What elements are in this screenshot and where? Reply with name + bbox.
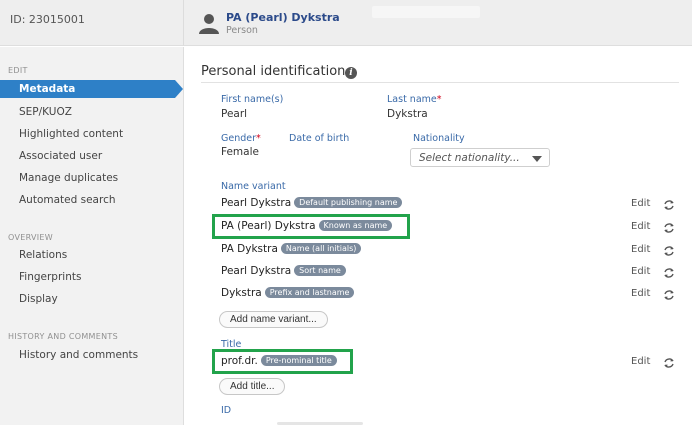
record-id: ID: 23015001 [10, 13, 85, 26]
nationality-select[interactable]: Select nationality... [410, 148, 550, 167]
name-variant-text: Pearl Dykstra [221, 197, 292, 209]
header: ID: 23015001 PA (Pearl) Dykstra Person [0, 0, 692, 46]
name-variant-row: PA (Pearl) Dykstra Known as name [221, 220, 393, 232]
edit-button[interactable]: Edit [631, 288, 650, 299]
first-name-label: First name(s) [221, 94, 284, 105]
title-row: prof.dr. Pre-nominal title [221, 355, 337, 367]
sidebar-item-highlighted-content[interactable]: Highlighted content [19, 128, 123, 140]
refresh-icon[interactable] [663, 267, 675, 279]
nationality-label: Nationality [413, 133, 465, 144]
name-variant-row: Dykstra Prefix and lastname [221, 287, 355, 299]
person-name[interactable]: PA (Pearl) Dykstra [226, 11, 340, 24]
nationality-placeholder: Select nationality... [419, 152, 520, 164]
title-type-tag: Pre-nominal title [260, 355, 337, 366]
name-type-tag: Sort name [294, 265, 346, 276]
sidebar-section-overview: OVERVIEW [8, 233, 54, 242]
name-variant-row: Pearl Dykstra Default publishing name [221, 197, 403, 209]
edit-button[interactable]: Edit [631, 198, 650, 209]
name-variant-row: Pearl Dykstra Sort name [221, 265, 346, 277]
refresh-icon[interactable] [663, 357, 675, 369]
edit-button[interactable]: Edit [631, 356, 650, 367]
sidebar-item-relations[interactable]: Relations [19, 249, 67, 261]
name-variant-label: Name variant [221, 181, 286, 192]
sidebar-item-sep-kuoz[interactable]: SEP/KUOZ [19, 106, 72, 118]
section-title: Personal identification [201, 64, 346, 79]
sidebar-item-fingerprints[interactable]: Fingerprints [19, 271, 81, 283]
sidebar-section-edit: EDIT [8, 66, 28, 75]
name-variant-text: Pearl Dykstra [221, 265, 292, 277]
last-name-value: Dykstra [387, 108, 428, 120]
header-divider [183, 0, 184, 46]
name-type-tag: Prefix and lastname [264, 287, 355, 298]
refresh-icon[interactable] [663, 289, 675, 301]
last-name-label: Last name* [387, 94, 442, 105]
required-marker: * [436, 94, 442, 105]
gender-label: Gender* [221, 133, 261, 144]
required-marker: * [256, 133, 261, 144]
person-icon [199, 14, 219, 34]
chevron-down-icon [532, 156, 542, 162]
header-placeholder [372, 6, 480, 18]
refresh-icon[interactable] [663, 222, 675, 234]
sidebar-item-automated-search[interactable]: Automated search [19, 194, 116, 206]
active-indicator [175, 80, 183, 98]
person-type: Person [226, 25, 258, 36]
sidebar: EDIT Metadata SEP/KUOZ Highlighted conte… [0, 47, 183, 425]
sidebar-item-metadata-label[interactable]: Metadata [19, 83, 75, 95]
refresh-icon[interactable] [663, 199, 675, 211]
sidebar-section-history: HISTORY AND COMMENTS [8, 332, 118, 341]
section-divider [201, 82, 679, 83]
name-type-tag: Default publishing name [294, 197, 403, 208]
sidebar-item-history-and-comments[interactable]: History and comments [19, 349, 138, 361]
edit-button[interactable]: Edit [631, 244, 650, 255]
id-field-label: ID [221, 405, 232, 416]
name-variant-text: Dykstra [221, 287, 262, 299]
sidebar-border [183, 47, 184, 425]
sidebar-item-manage-duplicates[interactable]: Manage duplicates [19, 172, 118, 184]
first-name-value: Pearl [221, 108, 248, 120]
edit-button[interactable]: Edit [631, 221, 650, 232]
add-title-button[interactable]: Add title... [219, 378, 286, 395]
refresh-icon[interactable] [663, 245, 675, 257]
name-variant-text: PA (Pearl) Dykstra [221, 220, 316, 232]
name-type-tag: Name (all initials) [280, 243, 362, 254]
name-type-tag: Known as name [318, 220, 393, 231]
title-text: prof.dr. [221, 355, 258, 367]
info-icon[interactable]: i [345, 67, 357, 79]
date-of-birth-label: Date of birth [289, 133, 350, 144]
sidebar-item-associated-user[interactable]: Associated user [19, 150, 102, 162]
name-variant-text: PA Dykstra [221, 243, 278, 255]
gender-value: Female [221, 146, 259, 158]
sidebar-item-display[interactable]: Display [19, 293, 58, 305]
name-variant-row: PA Dykstra Name (all initials) [221, 243, 362, 255]
edit-button[interactable]: Edit [631, 266, 650, 277]
add-name-variant-button[interactable]: Add name variant... [219, 311, 328, 328]
